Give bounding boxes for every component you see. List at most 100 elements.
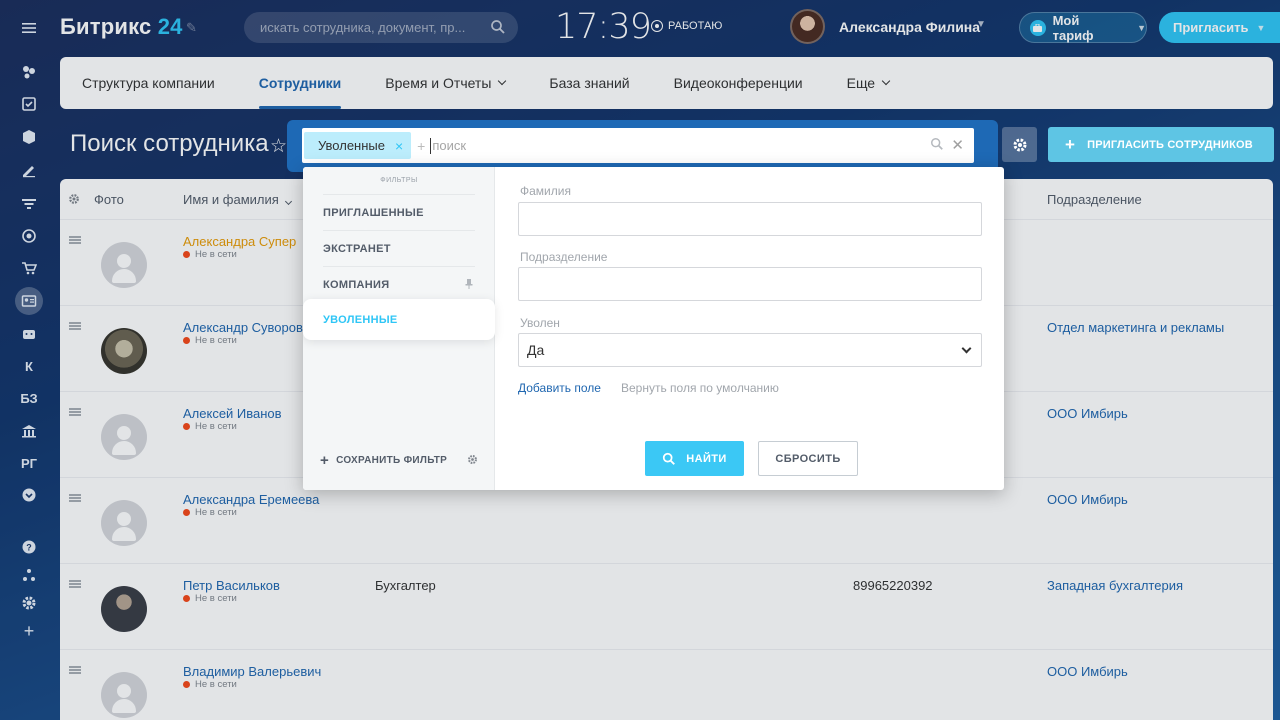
fired-label: Уволен [520,316,560,330]
help-icon[interactable]: ? [14,535,44,559]
find-button[interactable]: НАЙТИ [645,441,744,476]
plus-icon[interactable]: + [417,138,425,154]
chevron-down-icon [881,76,891,86]
search-icon[interactable] [490,19,506,35]
sidebar-item-k[interactable]: К [14,354,44,378]
save-filter-button[interactable]: + СОХРАНИТЬ ФИЛЬТР [320,452,447,469]
employee-department[interactable]: Отдел маркетинга и рекламы [1047,320,1224,335]
employee-name[interactable]: Александра Супер [183,234,296,249]
clock[interactable]: 17:39 [555,7,652,47]
global-search-input[interactable]: искать сотрудника, документ, пр... [244,12,518,43]
close-icon[interactable]: × [395,138,403,154]
nav-knowledge-base[interactable]: База знаний [549,57,629,109]
drag-handle-icon[interactable] [69,494,81,502]
nav-employees[interactable]: Сотрудники [258,57,341,109]
preset-fired[interactable]: УВОЛЕННЫЕ [303,299,495,340]
avatar[interactable] [101,242,147,288]
cart-icon[interactable] [14,256,44,280]
drag-handle-icon[interactable] [69,322,81,330]
avatar[interactable] [101,586,147,632]
drag-handle-icon[interactable] [69,236,81,244]
status-label: Не в сети [195,593,237,604]
employee-name[interactable]: Алексей Иванов [183,406,282,421]
restore-default-fields-link[interactable]: Вернуть поля по умолчанию [621,381,779,395]
user-avatar[interactable] [790,9,825,44]
employees-icon[interactable] [15,287,43,315]
sidebar-item-bz[interactable]: БЗ [14,386,44,410]
employee-position: Бухгалтер [375,578,436,593]
reset-button[interactable]: СБРОСИТЬ [758,441,858,476]
add-icon[interactable]: + [14,619,44,643]
table-row[interactable]: Петр Васильков Не в сети Бухгалтер 89965… [60,564,1273,650]
user-name[interactable]: Александра Филина [839,19,980,35]
logo[interactable]: Битрикс 24 [60,14,183,40]
search-icon [663,452,676,465]
table-row[interactable]: Александра Еремеева Не в сети ООО Имбирь [60,478,1273,564]
structure-icon[interactable] [14,563,44,587]
tasks-icon[interactable] [14,92,44,116]
header-department[interactable]: Подразделение [1047,192,1142,207]
status: Не в сети [183,679,237,690]
preset-invited[interactable]: ПРИГЛАШЕННЫЕ [323,194,475,230]
invite-employees-button[interactable]: + ПРИГЛАСИТЬ СОТРУДНИКОВ [1048,127,1274,162]
drag-handle-icon[interactable] [69,666,81,674]
search-icon[interactable] [930,137,944,151]
nav-time-reports[interactable]: Время и Отчеты [385,57,507,109]
lastname-field[interactable] [518,202,982,236]
avatar[interactable] [101,672,147,718]
nav-more[interactable]: Еще [847,57,891,109]
header-name[interactable]: Имя и фамилия [183,192,293,207]
filter-chip[interactable]: Уволенные × [304,132,412,159]
avatar[interactable] [101,500,147,546]
close-icon[interactable]: ✕ [951,136,964,154]
department-label: Подразделение [520,250,608,264]
target-icon[interactable] [14,224,44,248]
employee-department[interactable]: ООО Имбирь [1047,664,1128,679]
box-icon[interactable] [14,125,44,149]
filter-search-input[interactable]: Уволенные × + поиск ✕ [302,128,974,163]
header-photo[interactable]: Фото [94,192,124,207]
table-row[interactable]: Владимир Валерьевич Не в сети ООО Имбирь [60,650,1273,720]
employee-department[interactable]: ООО Имбирь [1047,492,1128,507]
employee-name[interactable]: Петр Васильков [183,578,280,593]
employee-department[interactable]: ООО Имбирь [1047,406,1128,421]
preset-extranet[interactable]: ЭКСТРАНЕТ [323,230,475,266]
invite-button[interactable]: Пригласить ▼ [1159,12,1280,43]
gear-icon[interactable] [68,193,80,205]
chevron-down-icon [498,76,507,86]
add-field-link[interactable]: Добавить поле [518,381,601,395]
avatar[interactable] [101,414,147,460]
avatar[interactable] [101,328,147,374]
employee-department[interactable]: Западная бухгалтерия [1047,578,1183,593]
logo-num: 24 [157,14,183,39]
filter-icon[interactable] [14,192,44,216]
user-chevron-down-icon[interactable]: ▼ [976,19,986,30]
menu-icon[interactable] [14,16,44,40]
more-down-icon[interactable] [14,483,44,507]
employee-name[interactable]: Владимир Валерьевич [183,664,321,679]
work-status[interactable]: РАБОТАЮ [651,20,722,32]
employee-name[interactable]: Александр Суворов [183,320,303,335]
feed-icon[interactable] [14,60,44,84]
department-field[interactable] [518,267,982,301]
drag-handle-icon[interactable] [69,580,81,588]
sidebar-item-rg[interactable]: РГ [14,451,44,475]
bank-icon[interactable] [14,419,44,443]
employee-phone: 89965220392 [853,578,933,593]
tariff-button[interactable]: Мой тариф ▼ [1019,12,1147,43]
fired-select[interactable]: Да [518,333,982,367]
nav-company-structure[interactable]: Структура компании [82,57,215,109]
pencil-icon[interactable]: ✎ [186,20,197,36]
pin-icon[interactable] [465,279,473,289]
robot-icon[interactable] [14,321,44,345]
drag-handle-icon[interactable] [69,408,81,416]
employee-name[interactable]: Александра Еремеева [183,492,319,507]
nav-videoconference[interactable]: Видеоконференции [674,57,803,109]
settings-button[interactable] [1002,127,1037,162]
gear-icon[interactable] [467,454,478,465]
settings-icon[interactable] [14,591,44,615]
preset-company[interactable]: КОМПАНИЯ [323,266,475,302]
plus-icon: + [1065,134,1076,154]
star-icon[interactable]: ☆ [270,135,287,158]
sign-icon[interactable] [14,158,44,182]
